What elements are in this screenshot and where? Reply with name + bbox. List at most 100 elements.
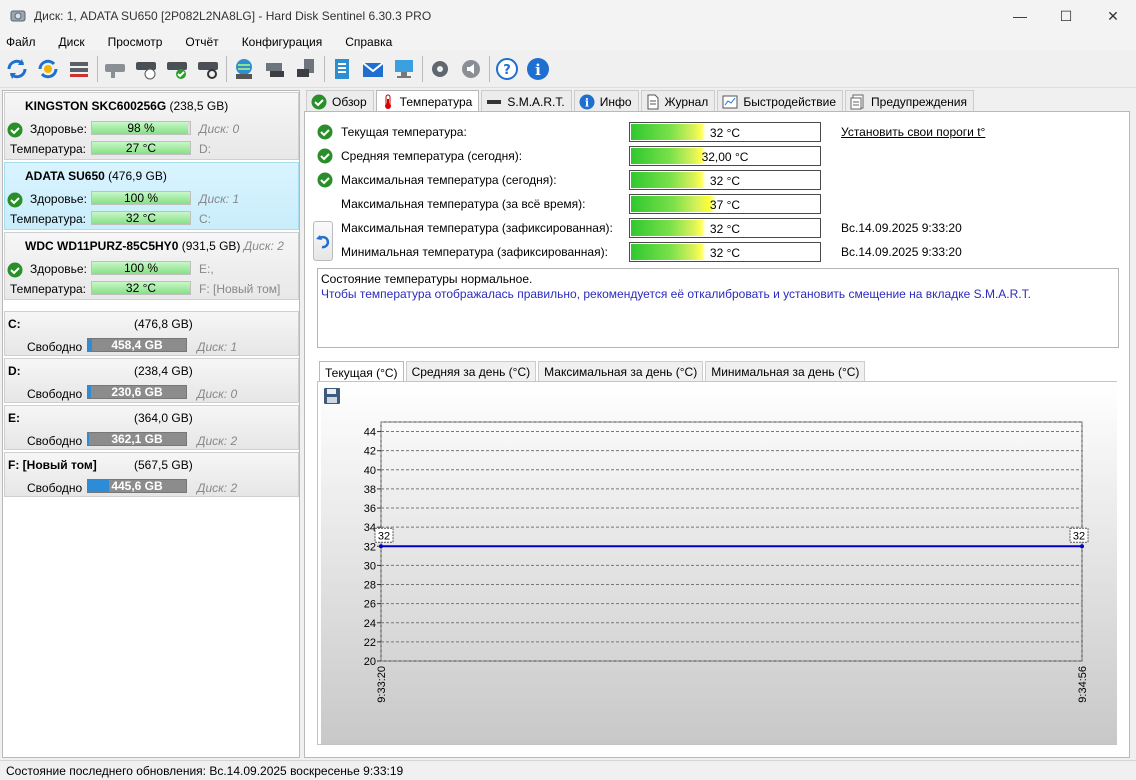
menu-report[interactable]: Отчёт <box>179 35 224 49</box>
check-circle-icon <box>317 124 333 143</box>
temp-bar: 27 °C <box>91 141 191 155</box>
data-label: 32 <box>1073 530 1085 542</box>
web-update-icon[interactable] <box>231 55 257 83</box>
status-bar: Состояние последнего обновления: Вс.14.0… <box>0 760 1136 780</box>
floppy-disk-icon <box>323 388 341 408</box>
disk-list-pane: KINGSTON SKC600256G (238,5 GB) Здоровье:… <box>2 90 300 758</box>
disk-item[interactable]: KINGSTON SKC600256G (238,5 GB) Здоровье:… <box>4 92 299 160</box>
disk-name: KINGSTON SKC600256G (238,5 GB) <box>25 99 229 113</box>
volume-letter: F: [Новый том] <box>8 458 97 472</box>
volume-item[interactable]: D: (238,4 GB) Свободно 230,6 GB Диск: 0 <box>4 358 299 403</box>
usb-disk-icon[interactable] <box>293 55 319 83</box>
temp-label: Температура: <box>10 212 87 226</box>
disk-icon <box>486 94 502 110</box>
report-icon[interactable] <box>329 55 355 83</box>
y-tick-label: 22 <box>364 637 376 649</box>
menu-config[interactable]: Конфигурация <box>236 35 329 49</box>
free-label: Свободно <box>27 340 83 354</box>
main-tabs: Обзор Температура S.M.A.R.T. i Инфо Журна… <box>306 90 976 113</box>
y-tick-label: 30 <box>364 560 376 572</box>
volume-item[interactable]: C: (476,8 GB) Свободно 458,4 GB Диск: 1 <box>4 311 299 356</box>
title-bar: Диск: 1, ADATA SU650 [2P082L2NA8LG] - Ha… <box>0 0 1136 32</box>
tab-alerts[interactable]: Предупреждения <box>845 90 974 112</box>
menu-help[interactable]: Справка <box>339 35 398 49</box>
hard-disk-app-icon <box>10 9 26 23</box>
save-graph-button[interactable] <box>323 387 343 407</box>
sound-icon[interactable] <box>458 55 484 83</box>
x-tick-label: 9:33:20 <box>376 666 388 703</box>
document-icon <box>646 94 660 110</box>
health-label: Здоровье: <box>30 122 87 136</box>
volume-item[interactable]: F: [Новый том] (567,5 GB) Свободно 445,6… <box>4 452 299 497</box>
maximize-icon[interactable]: ☐ <box>1043 0 1089 32</box>
volume-letter: D: <box>8 364 21 378</box>
check-circle-icon <box>317 148 333 167</box>
volume-letter: C: <box>8 317 21 331</box>
check-circle-icon <box>311 94 327 110</box>
tab-overview[interactable]: Обзор <box>306 90 374 112</box>
disk-volumes: C: <box>199 212 211 226</box>
minimize-icon[interactable]: — <box>997 0 1043 32</box>
menu-view[interactable]: Просмотр <box>102 35 169 49</box>
set-thresholds-link[interactable]: Установить свои пороги t° <box>841 125 985 139</box>
free-space-bar: 445,6 GB <box>87 479 187 493</box>
volume-letter: E: <box>8 411 20 425</box>
alerts-icon <box>850 94 866 110</box>
disk-surface-test-icon[interactable] <box>195 55 221 83</box>
menu-file[interactable]: Файл <box>0 35 42 49</box>
graph-tab-min[interactable]: Минимальная за день (°C) <box>705 361 866 382</box>
tab-smart[interactable]: S.M.A.R.T. <box>481 90 572 112</box>
menu-disk[interactable]: Диск <box>53 35 91 49</box>
tab-temperature[interactable]: Температура <box>375 90 480 113</box>
data-point <box>379 544 383 549</box>
temperature-bar: 32 °C <box>629 218 821 238</box>
free-label: Свободно <box>27 434 83 448</box>
refresh-all-icon[interactable] <box>35 55 61 83</box>
health-label: Здоровье: <box>30 262 87 276</box>
free-space-bar: 458,4 GB <box>87 338 187 352</box>
graph-tab-current[interactable]: Текущая (°C) <box>319 361 404 383</box>
data-point <box>1080 544 1084 549</box>
window-title: Диск: 1, ADATA SU650 [2P082L2NA8LG] - Ha… <box>34 9 432 23</box>
temperature-bar: 32 °C <box>629 242 821 262</box>
y-tick-label: 38 <box>364 484 376 496</box>
graph-tab-average[interactable]: Средняя за день (°C) <box>405 361 537 382</box>
x-tick-label: 9:34:56 <box>1077 666 1089 703</box>
disk-item[interactable]: ADATA SU650 (476,9 GB) Здоровье: 100 % Д… <box>4 162 299 230</box>
timestamp: Вс.14.09.2025 9:33:20 <box>841 221 962 235</box>
disk-volumes: F: [Новый том] <box>199 282 281 296</box>
free-label: Свободно <box>27 481 83 495</box>
free-space-bar: 230,6 GB <box>87 385 187 399</box>
volume-size: (567,5 GB) <box>134 458 193 472</box>
chart-icon <box>722 94 738 110</box>
volume-item[interactable]: E: (364,0 GB) Свободно 362,1 GB Диск: 2 <box>4 405 299 450</box>
disk-test-ok-icon[interactable] <box>164 55 190 83</box>
y-tick-label: 20 <box>364 656 376 668</box>
temp-row-max-alltime: Максимальная температура (за всё время):… <box>305 194 1131 214</box>
refresh-icon[interactable] <box>4 55 30 83</box>
graph-tab-max[interactable]: Максимальная за день (°C) <box>538 361 704 382</box>
close-icon[interactable]: ✕ <box>1090 0 1136 32</box>
tab-info[interactable]: i Инфо <box>573 90 639 112</box>
settings-icon[interactable] <box>427 55 453 83</box>
temp-row-max-today: Максимальная температура (сегодня): 32 °… <box>305 170 1131 190</box>
help-icon[interactable]: ? <box>494 55 520 83</box>
temp-label: Температура: <box>10 282 87 296</box>
tab-performance[interactable]: Быстродействие <box>717 90 844 112</box>
disk-item[interactable]: WDC WD11PURZ-85C5HY0 (931,5 GB) Диск: 2 … <box>4 232 299 300</box>
network-disk-icon[interactable] <box>262 55 288 83</box>
svg-text:i: i <box>535 61 541 79</box>
y-tick-label: 34 <box>364 522 376 534</box>
graph-tabs: Текущая (°C) Средняя за день (°C) Максим… <box>319 361 867 383</box>
disk-schedule-icon[interactable] <box>133 55 159 83</box>
disk-list-icon[interactable] <box>66 55 92 83</box>
data-label: 32 <box>378 530 390 542</box>
network-computer-icon[interactable] <box>391 55 417 83</box>
y-tick-label: 32 <box>364 541 376 553</box>
info-icon[interactable]: i <box>525 55 551 83</box>
email-icon[interactable] <box>360 55 386 83</box>
disk-sleep-icon[interactable] <box>102 55 128 83</box>
tab-log[interactable]: Журнал <box>640 90 716 112</box>
temperature-bar: 32 °C <box>629 122 821 142</box>
disk-name: WDC WD11PURZ-85C5HY0 (931,5 GB) Диск: 2 <box>25 239 284 253</box>
